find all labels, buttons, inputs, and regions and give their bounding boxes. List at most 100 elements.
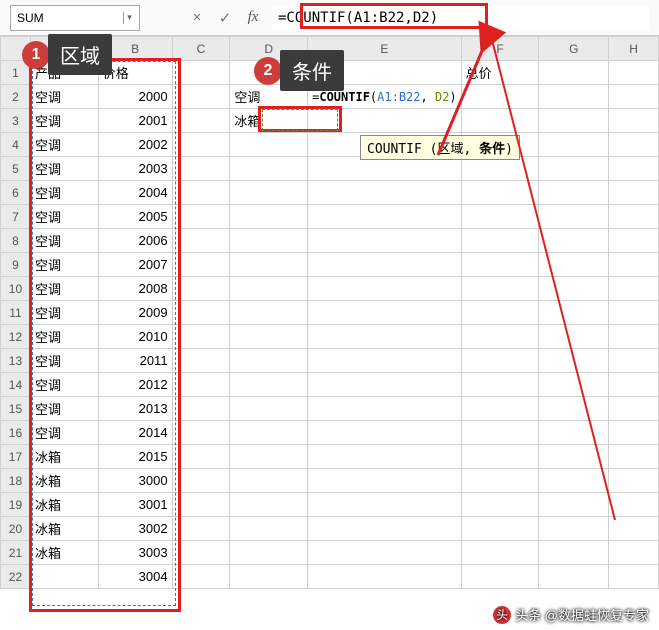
cell[interactable]: 2014 (98, 421, 172, 445)
cell[interactable] (308, 205, 462, 229)
fx-button[interactable]: fx (240, 5, 266, 31)
cell[interactable] (172, 373, 230, 397)
cell[interactable]: 空调 (30, 349, 98, 373)
cell[interactable]: 2013 (98, 397, 172, 421)
cell[interactable] (539, 109, 609, 133)
col-header-H[interactable]: H (609, 37, 659, 61)
row-header[interactable]: 6 (1, 181, 31, 205)
cell[interactable] (30, 565, 98, 589)
cell[interactable] (308, 421, 462, 445)
cell[interactable] (461, 301, 539, 325)
row-header[interactable]: 8 (1, 229, 31, 253)
cell[interactable]: 空调 (30, 133, 98, 157)
cell[interactable] (539, 541, 609, 565)
cell[interactable]: 2002 (98, 133, 172, 157)
cell[interactable]: 冰箱 (30, 445, 98, 469)
cell[interactable] (461, 373, 539, 397)
cell[interactable] (539, 397, 609, 421)
cell[interactable] (230, 325, 308, 349)
cell[interactable] (539, 253, 609, 277)
cell[interactable] (609, 325, 659, 349)
row-header[interactable]: 9 (1, 253, 31, 277)
cell[interactable]: 2007 (98, 253, 172, 277)
cell[interactable]: 3001 (98, 493, 172, 517)
select-all-corner[interactable] (1, 37, 31, 61)
cell[interactable] (539, 565, 609, 589)
cell[interactable]: 冰箱 (30, 493, 98, 517)
cell[interactable] (609, 277, 659, 301)
cell[interactable] (308, 229, 462, 253)
cell[interactable] (230, 133, 308, 157)
cell[interactable] (230, 301, 308, 325)
cell[interactable] (308, 469, 462, 493)
cell[interactable] (230, 565, 308, 589)
row-header[interactable]: 17 (1, 445, 31, 469)
cell[interactable] (230, 493, 308, 517)
cell[interactable] (539, 445, 609, 469)
cell[interactable] (230, 445, 308, 469)
cell[interactable] (172, 205, 230, 229)
cell[interactable] (172, 229, 230, 253)
col-header-D[interactable]: D (230, 37, 308, 61)
cell[interactable] (461, 493, 539, 517)
cell[interactable] (230, 181, 308, 205)
row-header[interactable]: 13 (1, 349, 31, 373)
cell[interactable] (609, 469, 659, 493)
cell[interactable] (539, 349, 609, 373)
row-header[interactable]: 20 (1, 517, 31, 541)
cell[interactable] (609, 301, 659, 325)
cell[interactable] (308, 349, 462, 373)
cell[interactable] (308, 253, 462, 277)
cell[interactable]: 3004 (98, 565, 172, 589)
cell[interactable] (609, 397, 659, 421)
cell[interactable] (230, 397, 308, 421)
cell[interactable] (172, 277, 230, 301)
row-header[interactable]: 21 (1, 541, 31, 565)
cell[interactable] (172, 397, 230, 421)
cell[interactable] (539, 301, 609, 325)
cell[interactable] (539, 157, 609, 181)
cell[interactable]: 2001 (98, 109, 172, 133)
row-header[interactable]: 16 (1, 421, 31, 445)
cell[interactable] (230, 229, 308, 253)
cell[interactable]: 空调 (30, 85, 98, 109)
cell[interactable] (539, 517, 609, 541)
cell[interactable] (172, 61, 230, 85)
cell[interactable]: 3003 (98, 541, 172, 565)
row-header[interactable]: 2 (1, 85, 31, 109)
cell[interactable] (609, 205, 659, 229)
cell[interactable] (609, 565, 659, 589)
cell[interactable]: 冰箱 (230, 109, 308, 133)
cell[interactable] (172, 325, 230, 349)
cell[interactable] (172, 445, 230, 469)
cell[interactable] (539, 61, 609, 85)
cell[interactable] (308, 565, 462, 589)
formula-input[interactable]: =COUNTIF(A1:B22,D2) (272, 5, 649, 31)
cell[interactable] (609, 349, 659, 373)
col-header-G[interactable]: G (539, 37, 609, 61)
col-header-C[interactable]: C (172, 37, 230, 61)
row-header[interactable]: 5 (1, 157, 31, 181)
row-header[interactable]: 12 (1, 325, 31, 349)
cell[interactable] (172, 517, 230, 541)
cell[interactable] (230, 421, 308, 445)
cell[interactable] (461, 349, 539, 373)
cell[interactable]: 2000 (98, 85, 172, 109)
cell[interactable]: 冰箱 (30, 541, 98, 565)
cell[interactable]: 2012 (98, 373, 172, 397)
cell[interactable] (609, 517, 659, 541)
cell[interactable] (308, 397, 462, 421)
cell[interactable]: 2010 (98, 325, 172, 349)
cell[interactable]: 数量 (308, 61, 462, 85)
cell[interactable] (539, 469, 609, 493)
cell[interactable]: 2004 (98, 181, 172, 205)
cell[interactable] (539, 421, 609, 445)
cell[interactable]: 2011 (98, 349, 172, 373)
cell[interactable]: 2005 (98, 205, 172, 229)
cell[interactable]: 空调 (30, 373, 98, 397)
cell[interactable] (230, 61, 308, 85)
row-header[interactable]: 19 (1, 493, 31, 517)
cell[interactable] (172, 493, 230, 517)
cell[interactable]: 空调 (30, 397, 98, 421)
cell[interactable] (609, 445, 659, 469)
